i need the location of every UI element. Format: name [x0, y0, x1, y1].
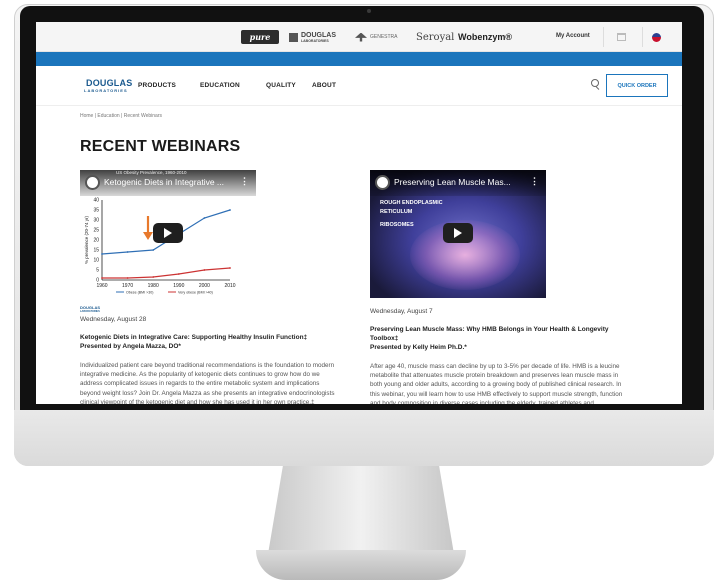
brand-douglas-top: DOUGLAS [301, 31, 336, 39]
webinar-description: After age 40, muscle mass can decline by… [370, 363, 623, 404]
cell-label: ROUGH ENDOPLASMIC [380, 200, 443, 206]
webinar-card: 0 5 10 15 20 25 30 35 40 1960 1970 1980 1990 2000 2010… [80, 170, 340, 404]
nav-products[interactable]: PRODUCTS [138, 82, 176, 89]
x-tick-label: 2000 [199, 283, 210, 289]
data-point [177, 273, 180, 275]
video-title[interactable]: Ketogenic Diets in Integrative ... [104, 177, 224, 187]
y-tick-label: 15 [93, 248, 99, 254]
webinar-date: Wednesday, August 7 [370, 308, 433, 315]
quick-order-label: QUICK ORDER [617, 82, 657, 89]
divider [603, 27, 604, 47]
monitor-stand [268, 466, 454, 554]
channel-logo-icon [85, 175, 100, 190]
tree-icon [355, 32, 367, 42]
data-point [203, 269, 206, 271]
x-tick-label: 1970 [122, 283, 133, 289]
data-point [203, 217, 206, 219]
video-thumbnail[interactable]: 0 5 10 15 20 25 30 35 40 1960 1970 1980 1990 2000 2010… [80, 170, 256, 298]
page-title: RECENT WEBINARS [80, 138, 241, 155]
brand-douglas-bottom: LABORATORIES [301, 38, 329, 43]
us-flag-icon[interactable] [652, 33, 661, 42]
y-tick-label: 35 [93, 208, 99, 214]
brand-douglas-link[interactable]: DOUGLAS LABORATORIES [289, 30, 349, 44]
quick-order-button[interactable]: QUICK ORDER [606, 74, 668, 97]
browser-page: pure DOUGLAS LABORATORIES GENESTRA Seroy… [36, 22, 682, 404]
data-point [126, 251, 129, 253]
main-nav: DOUGLAS LABORATORIES PRODUCTS EDUCATION … [36, 66, 682, 106]
brand-wobenzym-link[interactable]: Wobenzym® [458, 30, 512, 44]
legend-label: Very obese (BMI >40) [178, 291, 213, 295]
logo-sub: LABORATORIES [84, 88, 128, 93]
site-logo[interactable]: DOUGLAS LABORATORIES [84, 77, 132, 95]
brand-pure-label: pure [249, 32, 271, 42]
y-tick-label: 40 [93, 198, 99, 204]
brand-wobenzym-label: Wobenzym® [458, 32, 512, 42]
x-tick-label: 2010 [224, 283, 235, 289]
y-tick-label: 25 [93, 228, 99, 234]
thumbnail-brand: DOUGLAS LABORATORIES [80, 306, 340, 314]
webinar-title[interactable]: Preserving Lean Muscle Mass: Why HMB Bel… [370, 325, 630, 343]
y-tick-label: 20 [93, 238, 99, 244]
more-options-icon[interactable]: ⋮ [240, 176, 249, 187]
x-tick-label: 1980 [148, 283, 159, 289]
more-options-icon[interactable]: ⋮ [530, 176, 539, 187]
search-icon[interactable] [591, 79, 601, 91]
data-point [126, 277, 129, 279]
play-icon [164, 228, 172, 238]
series-line-2 [102, 267, 231, 279]
brand-bar: pure DOUGLAS LABORATORIES GENESTRA Seroy… [36, 22, 682, 52]
monitor-stand-base [256, 550, 466, 580]
x-tick-label: 1960 [96, 283, 107, 289]
data-point [152, 249, 155, 251]
data-point [229, 267, 231, 269]
data-point [101, 253, 103, 255]
thumbnail-brand-bottom: LABORATORIES [80, 310, 100, 313]
webinar-date: Wednesday, August 28 [80, 316, 147, 323]
y-tick-label: 10 [93, 258, 99, 264]
douglas-logo-icon [289, 32, 298, 42]
brand-pure-link[interactable]: pure [241, 30, 279, 44]
data-point [229, 209, 231, 211]
breadcrumb[interactable]: Home | Education | Recent Webinars [80, 113, 162, 119]
y-axis-label: % prevalence (20-74 yr) [84, 215, 89, 264]
accent-bar [36, 52, 682, 66]
webinar-card: Preserving Lean Muscle Mas... ⋮ ROUGH EN… [370, 170, 630, 404]
cell-label: RETICULUM [380, 209, 413, 215]
play-icon [454, 228, 462, 238]
channel-logo-icon [375, 175, 390, 190]
video-thumbnail[interactable]: Preserving Lean Muscle Mas... ⋮ ROUGH EN… [370, 170, 546, 298]
x-tick-label: 1990 [173, 283, 184, 289]
y-tick-label: 30 [93, 218, 99, 224]
divider [642, 27, 643, 47]
nav-about[interactable]: ABOUT [312, 82, 336, 89]
webinar-presenter: Presented by Kelly Heim Ph.D.* [370, 344, 467, 351]
play-button[interactable] [153, 223, 183, 243]
annotation-arrowhead [143, 232, 153, 240]
data-point [152, 276, 155, 278]
webinar-description: Individualized patient care beyond tradi… [80, 362, 335, 404]
chart-heading: US Obesity Prevalence, 1960-2010 [116, 170, 187, 175]
nav-quality[interactable]: QUALITY [266, 82, 296, 89]
camera-dot [367, 9, 371, 13]
cart-icon[interactable] [617, 33, 626, 41]
nav-education[interactable]: EDUCATION [200, 82, 240, 89]
brand-seroyal-link[interactable]: Seroyal [416, 30, 454, 44]
y-tick-label: 5 [96, 268, 99, 274]
play-button[interactable] [443, 223, 473, 243]
webinar-presenter: Presented by Angela Mazza, DO* [80, 343, 181, 350]
video-title[interactable]: Preserving Lean Muscle Mas... [394, 177, 511, 187]
monitor-chin [14, 410, 714, 466]
brand-genestra-link[interactable]: GENESTRA [355, 30, 411, 44]
logo-name: DOUGLAS [86, 77, 133, 88]
brand-genestra-label: GENESTRA [370, 34, 398, 40]
webinar-title[interactable]: Ketogenic Diets in Integrative Care: Sup… [80, 333, 340, 342]
legend-label: Obese (BMI >30) [126, 291, 153, 295]
brand-seroyal-label: Seroyal [416, 31, 455, 43]
cell-label: RIBOSOMES [380, 222, 414, 228]
my-account-link[interactable]: My Account [556, 33, 590, 39]
data-point [101, 277, 103, 279]
